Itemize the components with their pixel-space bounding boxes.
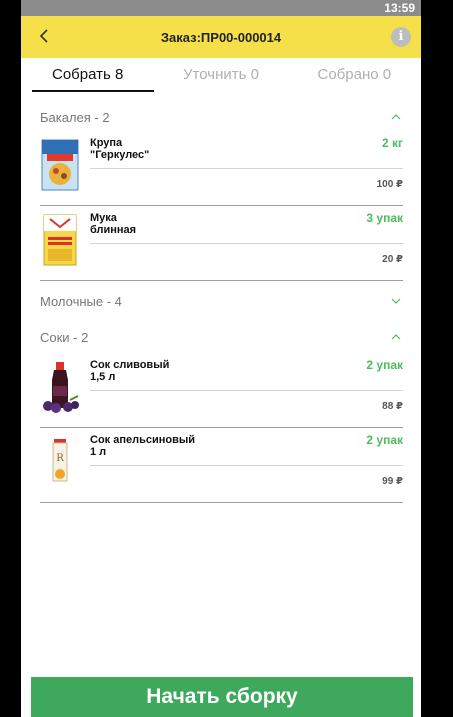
- group-label: Молочные - 4: [40, 293, 122, 309]
- group-label: Соки - 2: [40, 329, 89, 345]
- order-list: Бакалея - 2 Крупа "Геркулес" 2 кг 100 ₽: [21, 102, 421, 504]
- group-label: Бакалея - 2: [40, 109, 110, 125]
- list-item[interactable]: R Сок апельсиновый 1 л 2 упак 99 ₽: [40, 429, 403, 504]
- divider: [90, 465, 403, 466]
- orange-juice-carton-image: R: [52, 439, 68, 482]
- divider: [90, 243, 403, 244]
- item-name: Мука блинная: [90, 212, 137, 236]
- chevron-up-icon: [389, 330, 403, 344]
- oats-package-image: [41, 139, 79, 191]
- group-header-grocery[interactable]: Бакалея - 2: [40, 102, 403, 132]
- screen: 13:59 Заказ:ПР00-000014 i Собрать 8 Уточ…: [21, 0, 421, 717]
- list-item[interactable]: Мука блинная 3 упак 20 ₽: [40, 207, 403, 282]
- plum-juice-bottle-image: [43, 362, 79, 413]
- chevron-up-icon: [389, 110, 403, 124]
- chevron-down-icon: [389, 294, 403, 308]
- group-header-juices[interactable]: Соки - 2: [40, 320, 403, 354]
- back-button[interactable]: [33, 25, 55, 47]
- start-picking-button[interactable]: Начать сборку: [31, 677, 413, 717]
- device-frame-right: [421, 0, 453, 717]
- divider: [90, 168, 403, 169]
- divider: [40, 427, 403, 428]
- divider: [90, 390, 403, 391]
- tab-collect[interactable]: Собрать 8: [21, 58, 154, 100]
- list-item[interactable]: Крупа "Геркулес" 2 кг 100 ₽: [40, 132, 403, 207]
- group-header-dairy[interactable]: Молочные - 4: [40, 282, 403, 320]
- item-quantity: 2 упак: [366, 433, 403, 447]
- divider: [40, 205, 403, 206]
- item-name: Крупа "Геркулес": [90, 137, 150, 161]
- app-bar: Заказ:ПР00-000014 i: [21, 16, 421, 58]
- svg-text:R: R: [56, 453, 64, 464]
- active-tab-indicator: [32, 90, 154, 92]
- item-price: 99 ₽: [382, 476, 403, 487]
- chevron-left-icon: [39, 29, 48, 43]
- item-price: 100 ₽: [376, 179, 403, 190]
- item-quantity: 2 кг: [381, 136, 403, 150]
- info-icon[interactable]: i: [391, 27, 411, 47]
- item-quantity: 2 упак: [366, 358, 403, 372]
- flour-package-image: [43, 214, 77, 266]
- item-name: Сок апельсиновый 1 л: [90, 434, 196, 458]
- tab-collected[interactable]: Собрано 0: [288, 58, 421, 100]
- status-bar: 13:59: [21, 0, 421, 16]
- item-price: 88 ₽: [382, 401, 403, 412]
- divider: [40, 502, 403, 503]
- page-title: Заказ:ПР00-000014: [160, 29, 282, 45]
- device-frame-left: [0, 0, 21, 717]
- item-quantity: 3 упак: [366, 211, 403, 225]
- tab-bar: Собрать 8 Уточнить 0 Собрано 0: [21, 58, 421, 100]
- list-item[interactable]: Сок сливовый 1,5 л 2 упак 88 ₽: [40, 354, 403, 429]
- item-name: Сок сливовый 1,5 л: [90, 359, 170, 383]
- divider: [40, 280, 403, 281]
- status-time: 13:59: [384, 1, 415, 15]
- item-price: 20 ₽: [382, 254, 403, 265]
- tab-clarify[interactable]: Уточнить 0: [154, 58, 287, 100]
